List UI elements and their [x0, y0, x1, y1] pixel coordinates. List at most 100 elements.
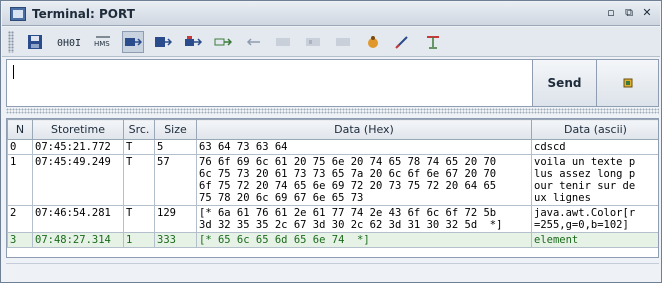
cell-data-ascii: voila un texte p lus assez long p our teni…	[531, 154, 658, 206]
disabled-1-icon	[276, 37, 290, 46]
save-icon	[28, 34, 42, 49]
cell-size: 333	[154, 232, 197, 248]
cell-data-ascii-line: our tenir sur de	[534, 180, 636, 192]
send-options-button[interactable]	[596, 60, 658, 106]
svg-text:0H0I: 0H0I	[57, 38, 81, 49]
cell-storetime: 07:45:49.249	[32, 154, 124, 206]
cell-storetime: 07:45:21.772	[32, 139, 124, 155]
toolbar: 0H0I HMS	[2, 27, 660, 57]
send-mode-2-button[interactable]	[152, 31, 174, 53]
pin-icon	[427, 35, 439, 49]
cell-size: 57	[154, 154, 197, 206]
terminal-app-icon	[10, 6, 26, 21]
cell-size: 129	[154, 205, 197, 233]
input-panel: Send	[6, 59, 659, 107]
cell-data-ascii-line: lus assez long p	[534, 168, 636, 180]
cell-data-hex: 76 6f 69 6c 61 20 75 6e 20 74 65 78 74 6…	[196, 154, 532, 206]
col-header-src[interactable]: Src.	[123, 119, 155, 140]
save-button[interactable]	[24, 31, 46, 53]
col-header-size[interactable]: Size	[154, 119, 197, 140]
text-caret	[13, 65, 14, 79]
cell-data-ascii-line: voila un texte p	[534, 156, 636, 168]
cell-data-ascii-line: element	[534, 234, 579, 246]
cell-n: 0	[7, 139, 33, 155]
send-mode-1-icon	[125, 37, 142, 46]
cell-storetime: 07:48:27.314	[32, 232, 124, 248]
restore-icon[interactable]: ⧉	[622, 6, 636, 20]
back-icon	[246, 37, 260, 46]
cell-data-hex-line: 75 78 20 6c 69 67 6e 65 73	[199, 192, 364, 204]
cell-data-ascii-line: ux lignes	[534, 192, 591, 204]
cell-src: T	[123, 205, 155, 233]
table-row[interactable]: 1 07:45:49.249 T 57 76 6f 69 6c 61 20 75 6e …	[7, 154, 658, 206]
cell-data-hex-line: 6f 75 72 20 74 65 6e 69 72 20 73 75 72 2…	[199, 180, 497, 192]
cell-src: T	[123, 139, 155, 155]
col-header-data-hex[interactable]: Data (Hex)	[196, 119, 532, 140]
cell-data-hex: [* 65 6c 65 6d 65 6e 74 *]	[196, 232, 532, 248]
hex-mode-icon: 0H0I	[57, 38, 81, 49]
disabled-2-icon	[306, 37, 320, 46]
cell-data-hex-line: 63 64 73 63 64	[199, 141, 288, 153]
cell-data-hex-line: 76 6f 69 6c 61 20 75 6e 20 74 65 78 74 6…	[199, 156, 497, 168]
table-row[interactable]: 0 07:45:21.772 T 5 63 64 73 63 64 cdscd	[7, 139, 658, 155]
cell-n: 3	[7, 232, 33, 248]
disabled-1-button[interactable]	[272, 31, 294, 53]
table-header: N Storetime Src. Size Data (Hex) Data (a…	[7, 119, 658, 140]
col-header-n[interactable]: N	[7, 119, 33, 140]
close-icon[interactable]: ✕	[640, 6, 654, 20]
cell-data-ascii: cdscd	[531, 139, 658, 155]
cell-data-hex-line: 6c 75 73 20 61 73 73 65 7a 20 6c 6f 6e 6…	[199, 168, 497, 180]
cell-data-hex: [* 6a 61 76 61 2e 61 77 74 2e 43 6f 6c 6…	[196, 205, 532, 233]
cell-data-hex-line: 3d 32 35 35 2c 67 3d 30 2c 62 3d 31 30 3…	[199, 219, 503, 231]
cell-data-ascii: java.awt.Color[r =255,g=0,b=102]	[531, 205, 658, 233]
cell-storetime: 07:46:54.281	[32, 205, 124, 233]
hms-icon: HMS	[94, 36, 110, 48]
table-row[interactable]: 3 07:48:27.314 1 333 [* 65 6c 65 6d 65 6e 74…	[7, 232, 658, 248]
clear-button[interactable]	[392, 31, 414, 53]
gear-send-icon	[623, 78, 632, 88]
bug-button[interactable]	[362, 31, 384, 53]
hms-button[interactable]: HMS	[92, 31, 114, 53]
send-mode-2-icon	[155, 36, 172, 47]
send-mode-4-icon	[214, 37, 232, 46]
status-bar	[6, 263, 659, 279]
cell-data-hex-line: [* 65 6c 65 6d 65 6e 74 *]	[199, 234, 370, 246]
terminal-window: Terminal: PORT ▫ ⧉ ✕ 0H0I HMS Send N Sto…	[0, 0, 662, 283]
cell-data-ascii: element	[531, 232, 658, 248]
splitter-handle[interactable]	[6, 108, 659, 114]
hex-mode-button[interactable]: 0H0I	[54, 31, 84, 53]
cell-data-hex-line: [* 6a 61 76 61 2e 61 77 74 2e 43 6f 6c 6…	[199, 207, 497, 219]
clear-icon	[395, 35, 408, 49]
cell-src: 1	[123, 232, 155, 248]
pin-button[interactable]	[422, 31, 444, 53]
send-button[interactable]: Send	[532, 60, 596, 106]
log-table: N Storetime Src. Size Data (Hex) Data (a…	[6, 118, 659, 258]
cell-data-hex: 63 64 73 63 64	[196, 139, 532, 155]
cell-n: 2	[7, 205, 33, 233]
send-mode-3-button[interactable]	[182, 31, 204, 53]
cell-data-ascii-line: =255,g=0,b=102]	[534, 219, 629, 231]
message-input[interactable]	[7, 60, 532, 106]
disabled-3-button[interactable]	[332, 31, 354, 53]
disabled-3-icon	[336, 37, 350, 46]
title-bar[interactable]: Terminal: PORT ▫ ⧉ ✕	[2, 2, 660, 26]
table-row[interactable]: 2 07:46:54.281 T 129 [* 6a 61 76 61 2e 61 77…	[7, 205, 658, 233]
cell-n: 1	[7, 154, 33, 206]
back-button[interactable]	[242, 31, 264, 53]
col-header-data-ascii[interactable]: Data (ascii)	[531, 119, 658, 140]
send-mode-1-button[interactable]	[122, 30, 144, 53]
cell-size: 5	[154, 139, 197, 155]
cell-src: T	[123, 154, 155, 206]
bug-icon	[368, 35, 378, 48]
window-controls: ▫ ⧉ ✕	[604, 6, 654, 20]
window-title: Terminal: PORT	[32, 6, 135, 21]
send-mode-3-icon	[185, 35, 202, 46]
cell-data-ascii-line: cdscd	[534, 141, 566, 153]
svg-text:HMS: HMS	[94, 40, 110, 48]
disabled-2-button[interactable]	[302, 31, 324, 53]
col-header-storetime[interactable]: Storetime	[32, 119, 124, 140]
toolbar-grip[interactable]	[8, 30, 14, 53]
send-mode-4-button[interactable]	[212, 31, 234, 53]
minimize-icon[interactable]: ▫	[604, 6, 618, 20]
cell-data-ascii-line: java.awt.Color[r	[534, 207, 636, 219]
